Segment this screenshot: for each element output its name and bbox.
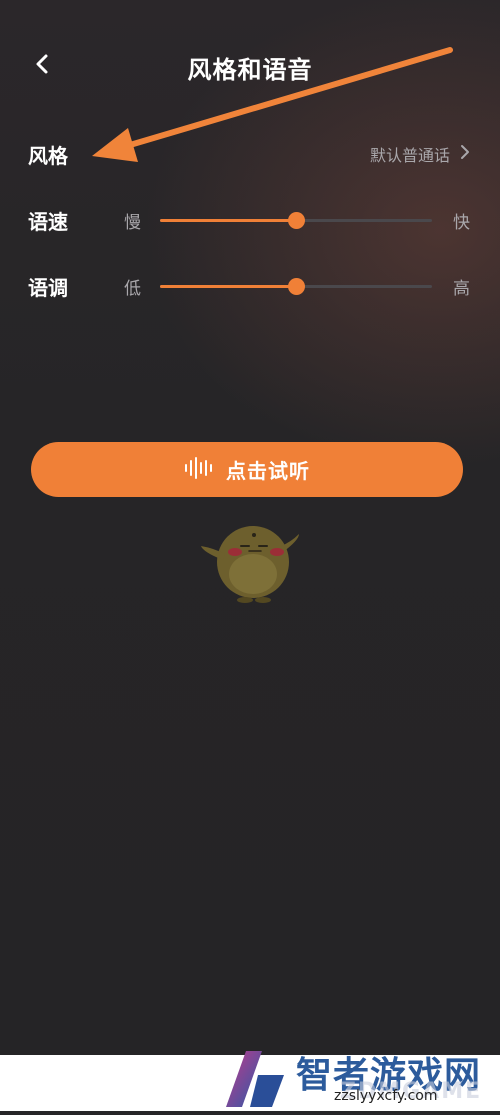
listen-button[interactable]: 点击试听 <box>31 442 463 497</box>
tone-slider-thumb[interactable] <box>288 277 305 295</box>
speed-row: 语速 慢 快 <box>28 200 470 240</box>
watermark-logo <box>222 1045 294 1111</box>
listen-button-label: 点击试听 <box>226 459 310 483</box>
style-label: 风格 <box>28 143 68 168</box>
sound-wave-icon <box>184 456 216 483</box>
bird-mascot-icon <box>195 512 305 604</box>
speed-max-label: 快 <box>453 212 470 233</box>
tone-max-label: 高 <box>453 278 470 299</box>
speed-slider-thumb[interactable] <box>288 211 305 229</box>
speed-label: 语速 <box>28 209 68 234</box>
tone-slider-fill <box>160 284 296 288</box>
page-title: 风格和语音 <box>187 56 313 84</box>
style-selector[interactable]: 默认普通话 <box>370 142 470 166</box>
style-row[interactable]: 风格 默认普通话 <box>28 134 470 174</box>
tone-slider[interactable] <box>160 277 432 295</box>
chevron-right-icon <box>460 144 470 164</box>
tone-row: 语调 低 高 <box>28 266 470 306</box>
style-value: 默认普通话 <box>369 146 450 165</box>
tone-min-label: 低 <box>124 278 141 299</box>
speed-slider-fill <box>160 218 296 222</box>
speed-slider[interactable] <box>160 211 432 229</box>
voice-style-screen: 风格和语音 风格 默认普通话 语速 慢 快 语调 低 高 点击试听 <box>0 0 500 1055</box>
speed-min-label: 慢 <box>124 212 141 233</box>
tone-label: 语调 <box>28 275 68 300</box>
watermark-url: zzslyyxcfy.com <box>334 1088 438 1104</box>
